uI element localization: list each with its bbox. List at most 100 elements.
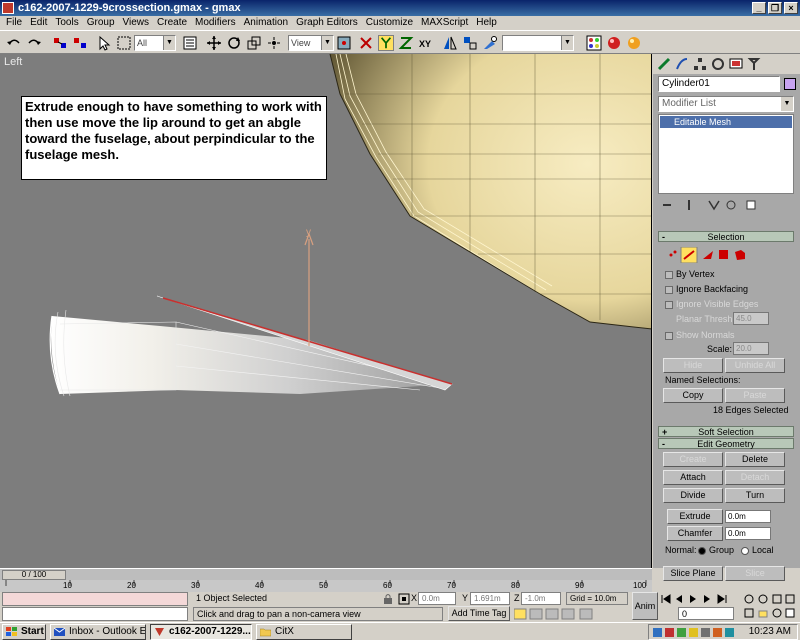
y-coordinate-field[interactable]: 1.691m xyxy=(470,592,510,605)
copy-button[interactable]: Copy xyxy=(663,388,723,403)
extrude-spinner[interactable]: 0.0m xyxy=(725,510,771,523)
select-object-icon[interactable] xyxy=(96,35,112,51)
by-vertex-checkbox[interactable] xyxy=(665,271,673,279)
scale-spinner[interactable]: 20.0 xyxy=(733,342,769,355)
absolute-mode-icon[interactable] xyxy=(398,593,410,605)
edge-level-icon[interactable] xyxy=(680,247,698,263)
animate-toggle-button[interactable]: Anim xyxy=(632,592,658,620)
rotate-icon[interactable] xyxy=(226,35,242,51)
close-button[interactable]: × xyxy=(784,2,798,14)
selection-rollout-header[interactable]: - Selection xyxy=(658,231,794,242)
ignore-backfacing-checkbox[interactable] xyxy=(665,286,673,294)
fuselage-mesh[interactable] xyxy=(329,54,652,330)
unhide-all-button[interactable]: Unhide All xyxy=(725,358,785,373)
time-slider[interactable]: 0 / 100 xyxy=(0,568,652,580)
restrict-y-icon[interactable] xyxy=(378,35,394,51)
paste-button[interactable]: Paste xyxy=(725,388,785,403)
restrict-x-icon[interactable] xyxy=(358,35,374,51)
hierarchy-tab-icon[interactable] xyxy=(693,57,707,71)
group-radio[interactable] xyxy=(698,547,706,555)
move-gizmo[interactable]: y xyxy=(304,227,314,346)
render-scene-icon[interactable] xyxy=(606,35,622,51)
x-coordinate-field[interactable]: 0.0m xyxy=(418,592,456,605)
menu-maxscript[interactable]: MAXScript xyxy=(417,16,472,30)
slice-plane-button[interactable]: Slice Plane xyxy=(663,566,723,581)
display-tab-icon[interactable] xyxy=(729,57,743,71)
lock-selection-icon[interactable] xyxy=(382,593,394,605)
object-color-swatch[interactable] xyxy=(784,78,796,90)
menu-animation[interactable]: Animation xyxy=(240,16,292,30)
chamfer-spinner[interactable]: 0.0m xyxy=(725,527,771,540)
scale-icon[interactable] xyxy=(246,35,262,51)
menu-edit[interactable]: Edit xyxy=(26,16,51,30)
menu-file[interactable]: File xyxy=(2,16,26,30)
align-icon[interactable] xyxy=(462,35,478,51)
menu-modifiers[interactable]: Modifiers xyxy=(191,16,240,30)
restrict-xy-icon[interactable]: XY xyxy=(418,35,434,51)
move-icon[interactable] xyxy=(206,35,222,51)
mirror-icon[interactable] xyxy=(442,35,458,51)
create-tab-icon[interactable] xyxy=(657,57,671,71)
menu-create[interactable]: Create xyxy=(153,16,191,30)
local-radio[interactable] xyxy=(741,547,749,555)
z-coordinate-field[interactable]: -1.0m xyxy=(521,592,561,605)
utilities-tab-icon[interactable] xyxy=(747,57,761,71)
reference-coordinate-dropdown[interactable]: View ▼ xyxy=(288,35,334,51)
taskbar-item-citx[interactable]: CitX xyxy=(256,624,352,640)
vertex-level-icon[interactable] xyxy=(669,250,677,257)
create-button[interactable]: Create xyxy=(663,452,723,467)
soft-selection-rollout-header[interactable]: + Soft Selection xyxy=(658,426,794,437)
edit-geometry-rollout-header[interactable]: - Edit Geometry xyxy=(658,438,794,449)
modifier-list-dropdown[interactable]: Modifier List ▼ xyxy=(658,96,794,112)
minimize-button[interactable]: _ xyxy=(752,2,766,14)
current-frame-field[interactable]: 0 xyxy=(678,607,734,620)
restrict-z-icon[interactable] xyxy=(398,35,414,51)
divide-button[interactable]: Divide xyxy=(663,488,723,503)
slice-button[interactable]: Slice xyxy=(725,566,785,581)
menu-help[interactable]: Help xyxy=(472,16,501,30)
time-slider-thumb[interactable]: 0 / 100 xyxy=(2,570,66,580)
menu-customize[interactable]: Customize xyxy=(362,16,417,30)
start-button[interactable]: Start xyxy=(2,624,46,640)
hide-button[interactable]: Hide xyxy=(663,358,723,373)
selection-filter-dropdown[interactable]: All ▼ xyxy=(134,35,176,51)
detach-button[interactable]: Detach xyxy=(725,470,785,485)
taskbar-item-outlook[interactable]: Inbox - Outlook E... xyxy=(50,624,146,640)
face-level-icon[interactable] xyxy=(703,251,713,259)
pivot-center-icon[interactable] xyxy=(336,35,352,51)
undo-icon[interactable] xyxy=(6,35,22,51)
selection-region-icon[interactable] xyxy=(116,35,132,51)
stack-item-editable-mesh[interactable]: Editable Mesh xyxy=(660,116,792,128)
modify-tab-icon[interactable] xyxy=(675,57,689,71)
menu-graph-editors[interactable]: Graph Editors xyxy=(292,16,362,30)
menu-tools[interactable]: Tools xyxy=(51,16,82,30)
add-time-tag-button[interactable]: Add Time Tag xyxy=(448,606,510,621)
motion-tab-icon[interactable] xyxy=(711,57,725,71)
nacelle-mesh[interactable] xyxy=(49,295,453,397)
named-selection-icon[interactable] xyxy=(482,35,498,51)
redo-icon[interactable] xyxy=(26,35,42,51)
viewport-label[interactable]: Left xyxy=(4,56,22,68)
attach-button[interactable]: Attach xyxy=(663,470,723,485)
polygon-level-icon[interactable] xyxy=(719,250,728,259)
turn-button[interactable]: Turn xyxy=(725,488,785,503)
select-by-name-icon[interactable] xyxy=(182,35,198,51)
ignore-visible-edges-checkbox[interactable] xyxy=(665,301,673,309)
track-bar[interactable]: 10 20 30 40 50 60 70 80 90 100 xyxy=(0,580,652,592)
named-selection-sets-dropdown[interactable]: ▼ xyxy=(502,35,574,51)
delete-button[interactable]: Delete xyxy=(725,452,785,467)
quick-render-icon[interactable] xyxy=(626,35,642,51)
modifier-stack[interactable]: Editable Mesh xyxy=(658,114,794,194)
chamfer-button[interactable]: Chamfer xyxy=(667,526,723,541)
taskbar-item-gmax[interactable]: c162-2007-1229... xyxy=(150,624,252,640)
material-editor-icon[interactable] xyxy=(586,35,602,51)
maxscript-listener[interactable] xyxy=(2,592,188,606)
select-and-link-icon[interactable] xyxy=(52,35,68,51)
show-normals-checkbox[interactable] xyxy=(665,332,673,340)
restore-button[interactable]: ❐ xyxy=(768,2,782,14)
unlink-selection-icon[interactable] xyxy=(72,35,88,51)
element-level-icon[interactable] xyxy=(735,250,745,260)
extrude-button[interactable]: Extrude xyxy=(667,509,723,524)
snap-icon[interactable] xyxy=(266,35,282,51)
maxscript-mini-listener[interactable] xyxy=(2,607,188,621)
